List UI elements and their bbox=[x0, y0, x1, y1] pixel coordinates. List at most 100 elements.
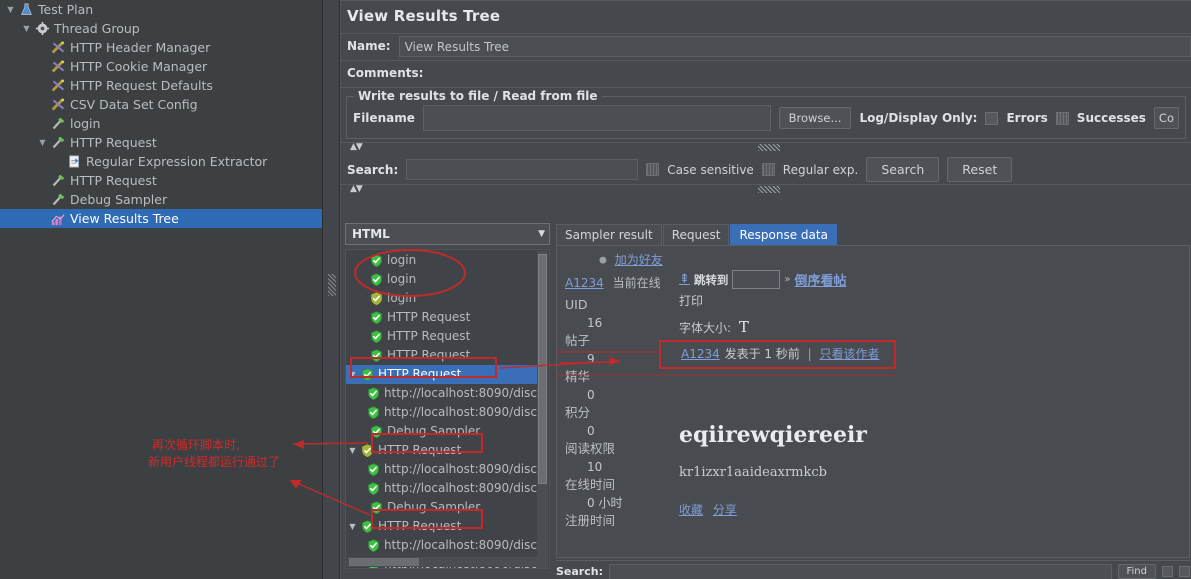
post-meta-divider: | bbox=[807, 347, 812, 361]
result-node[interactable]: http://localhost:8090/disc bbox=[346, 479, 537, 498]
user-stat: 精华 0 bbox=[565, 368, 643, 404]
results-tree-vscrollbar[interactable] bbox=[537, 251, 548, 568]
search-input[interactable] bbox=[406, 159, 639, 180]
response-regex-checkbox[interactable] bbox=[1179, 566, 1190, 577]
jump-to-input[interactable] bbox=[732, 270, 781, 289]
sidebar-item-label: Test Plan bbox=[38, 2, 94, 17]
reset-button[interactable]: Reset bbox=[947, 157, 1013, 182]
response-data-body[interactable]: UID 16 帖子 9 精华 0 积分 0 阅读权限 10 在线时间 0 小时 注册时间 ● 加为好友 … bbox=[556, 245, 1190, 558]
sidebar-item-http-request-defaults[interactable]: HTTP Request Defaults bbox=[0, 76, 322, 95]
sidebar-item-http-cookie-manager[interactable]: HTTP Cookie Manager bbox=[0, 57, 322, 76]
result-node[interactable]: ▼ HTTP Request bbox=[346, 365, 537, 384]
sidebar-item-debug-sampler[interactable]: Debug Sampler bbox=[0, 190, 322, 209]
lower-collapse-bar[interactable]: ▲▼ bbox=[341, 184, 1191, 195]
view-results-tree-panel: View Results Tree Name: View Results Tre… bbox=[340, 0, 1191, 579]
jump-to-submit-icon[interactable]: » bbox=[784, 274, 790, 285]
print-label[interactable]: 打印 bbox=[679, 292, 703, 309]
collapse-arrows-icon-2[interactable]: ▲▼ bbox=[350, 184, 363, 194]
response-find-button[interactable]: Find bbox=[1117, 564, 1156, 579]
post-meta-row: A1234 发表于 1 秒前 | 只看该作者 bbox=[675, 342, 888, 365]
only-author-link[interactable]: 只看该作者 bbox=[820, 347, 880, 361]
result-node[interactable]: HTTP Request bbox=[346, 346, 537, 365]
successes-checkbox[interactable] bbox=[1055, 111, 1069, 125]
filename-input[interactable] bbox=[422, 105, 771, 131]
response-tabs[interactable]: Sampler result Request Response data bbox=[556, 223, 1190, 245]
results-tree-hscrollbar[interactable] bbox=[347, 557, 539, 567]
sidebar-item-login[interactable]: login bbox=[0, 114, 322, 133]
config-icon bbox=[49, 97, 67, 112]
collapse-arrows-icon[interactable]: ▲▼ bbox=[350, 142, 363, 152]
result-node[interactable]: ▼ HTTP Request bbox=[346, 441, 537, 460]
regular-exp-checkbox[interactable] bbox=[761, 163, 775, 176]
sidebar-item-test-plan[interactable]: ▼ Test Plan bbox=[0, 0, 322, 19]
case-sensitive-checkbox[interactable] bbox=[646, 163, 660, 176]
result-node[interactable]: HTTP Request bbox=[346, 308, 537, 327]
result-node[interactable]: login bbox=[346, 289, 537, 308]
vscrollbar-thumb[interactable] bbox=[538, 254, 547, 484]
tab-sampler-result[interactable]: Sampler result bbox=[556, 224, 662, 245]
hscrollbar-thumb[interactable] bbox=[349, 558, 419, 566]
sidebar-item-http-header-manager[interactable]: HTTP Header Manager bbox=[0, 38, 322, 57]
renderer-select[interactable]: HTML ▼ bbox=[345, 223, 550, 245]
chevron-down-icon[interactable]: ▼ bbox=[538, 229, 545, 239]
sidebar-item-http-request[interactable]: ▼ HTTP Request bbox=[0, 133, 322, 152]
result-node[interactable]: http://localhost:8090/disc bbox=[346, 403, 537, 422]
tree-twisty-icon[interactable]: ▼ bbox=[346, 365, 359, 384]
sidebar-item-http-request[interactable]: HTTP Request bbox=[0, 171, 322, 190]
tree-twisty-icon[interactable]: ▼ bbox=[4, 0, 17, 19]
tab-response-data[interactable]: Response data bbox=[730, 224, 837, 245]
result-node[interactable]: http://localhost:8090/disc bbox=[346, 536, 537, 555]
comments-input[interactable] bbox=[431, 63, 1191, 84]
errors-checkbox[interactable] bbox=[985, 111, 999, 125]
result-node-label: HTTP Request bbox=[387, 348, 471, 362]
sidebar-item-label: HTTP Request Defaults bbox=[70, 78, 213, 93]
sidebar-item-csv-data-set-config[interactable]: CSV Data Set Config bbox=[0, 95, 322, 114]
tab-request[interactable]: Request bbox=[662, 224, 730, 245]
response-search-row: Search: Find bbox=[556, 560, 1190, 579]
vertical-splitter[interactable] bbox=[322, 0, 340, 579]
results-tree[interactable]: login login login HTTP Request HTTP Request H… bbox=[345, 249, 550, 569]
add-friend-link[interactable]: 加为好友 bbox=[615, 253, 663, 267]
tree-twisty-icon[interactable]: ▼ bbox=[346, 517, 359, 536]
result-node[interactable]: http://localhost:8090/disc bbox=[346, 460, 537, 479]
post-author-link[interactable]: A1234 bbox=[681, 347, 720, 361]
user-stat-label: 在线时间 bbox=[565, 477, 616, 492]
tree-twisty-icon[interactable]: ▼ bbox=[346, 441, 359, 460]
tree-twisty-icon[interactable]: ▼ bbox=[36, 133, 49, 152]
browse-button[interactable]: Browse... bbox=[778, 107, 852, 129]
result-node[interactable]: http://localhost:8090/disc bbox=[346, 384, 537, 403]
test-plan-tree[interactable]: ▼ Test Plan ▼ Thread Group HTTP Header Manag… bbox=[0, 0, 322, 579]
upper-collapse-bar[interactable]: ▲▼ bbox=[341, 142, 1191, 153]
result-node[interactable]: Debug Sampler bbox=[346, 422, 537, 441]
result-node[interactable]: HTTP Request bbox=[346, 327, 537, 346]
user-link[interactable]: A1234 bbox=[565, 276, 604, 290]
user-stat-label: 精华 bbox=[565, 369, 591, 384]
user-stats-column: UID 16 帖子 9 精华 0 积分 0 阅读权限 10 在线时间 0 小时 注册时间 bbox=[565, 274, 643, 530]
splitter-grip[interactable] bbox=[328, 274, 336, 296]
result-node[interactable]: Debug Sampler bbox=[346, 498, 537, 517]
share-link[interactable]: 分享 bbox=[713, 503, 737, 517]
name-input[interactable]: View Results Tree bbox=[398, 35, 1191, 57]
result-node-label: HTTP Request bbox=[387, 310, 471, 324]
result-node[interactable]: login bbox=[346, 251, 537, 270]
collapse-grip-icon[interactable] bbox=[757, 144, 780, 151]
result-node[interactable]: login bbox=[346, 270, 537, 289]
name-row: Name: View Results Tree bbox=[341, 34, 1191, 58]
favorite-link[interactable]: 收藏 bbox=[679, 503, 703, 517]
reverse-order-link[interactable]: 倒序看帖 bbox=[795, 270, 847, 289]
sidebar-item-view-results-tree[interactable]: View Results Tree bbox=[0, 209, 322, 228]
result-node[interactable]: ▼ HTTP Request bbox=[346, 517, 537, 536]
font-size-label: 字体大小: bbox=[679, 321, 732, 335]
sidebar-item-label: HTTP Cookie Manager bbox=[70, 59, 208, 74]
sidebar-item-regular-expression-extractor[interactable]: Regular Expression Extractor bbox=[0, 152, 322, 171]
response-search-input[interactable] bbox=[608, 563, 1112, 579]
configure-button[interactable]: Co bbox=[1153, 107, 1179, 129]
listener-icon bbox=[49, 212, 67, 226]
tree-twisty-icon[interactable]: ▼ bbox=[20, 19, 33, 38]
sidebar-item-thread-group[interactable]: ▼ Thread Group bbox=[0, 19, 322, 38]
jump-arrow-icon[interactable]: ⇞ bbox=[679, 272, 690, 287]
collapse-grip-icon-2[interactable] bbox=[757, 186, 780, 193]
font-size-glyph[interactable]: T bbox=[739, 318, 749, 336]
search-button[interactable]: Search bbox=[866, 157, 940, 182]
response-case-checkbox[interactable] bbox=[1162, 566, 1173, 577]
